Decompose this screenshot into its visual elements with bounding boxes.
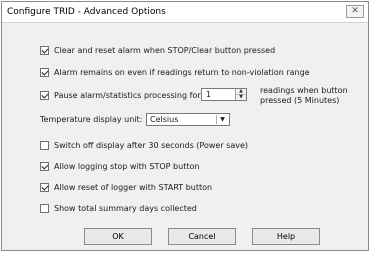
help-button[interactable]: Help (252, 228, 320, 245)
option-label: Pause alarm/statistics processing for (54, 90, 201, 100)
dialog-title: Configure TRID - Advanced Options (7, 7, 166, 17)
checkbox-alarm-remains-on[interactable] (40, 67, 49, 77)
option-label: Switch off display after 30 seconds (Pow… (54, 140, 249, 150)
chevron-down-icon[interactable]: ▼ (216, 115, 228, 124)
spinner-down-arrow-icon[interactable]: ▼ (236, 95, 246, 100)
option-label: Clear and reset alarm when STOP/Clear bu… (54, 45, 276, 55)
advanced-options-dialog: Configure TRID - Advanced Options ✕ Clea… (1, 1, 369, 251)
option-label: Alarm remains on even if readings return… (54, 67, 310, 77)
pause-suffix-line2: pressed (5 Minutes) (260, 96, 340, 105)
title-bar: Configure TRID - Advanced Options ✕ (2, 2, 368, 23)
option-show-summary-days[interactable]: Show total summary days collected (40, 202, 197, 214)
checkbox-allow-reset-logger[interactable] (40, 182, 49, 192)
checkbox-pause-alarm[interactable] (40, 90, 49, 100)
ok-button[interactable]: OK (84, 228, 152, 245)
checkbox-show-summary-days[interactable] (40, 203, 49, 213)
option-label: Allow logging stop with STOP button (54, 161, 200, 171)
checkbox-clear-reset-alarm[interactable] (40, 45, 49, 55)
pause-readings-spinner[interactable]: 1 ▲ ▼ (201, 88, 247, 101)
option-switch-off-display[interactable]: Switch off display after 30 seconds (Pow… (40, 139, 248, 151)
option-clear-reset-alarm[interactable]: Clear and reset alarm when STOP/Clear bu… (40, 44, 275, 56)
temperature-unit-label: Temperature display unit: (40, 115, 143, 124)
pause-readings-suffix: readings when button pressed (5 Minutes) (260, 86, 360, 106)
pause-suffix-line1: readings when button (260, 86, 348, 95)
checkbox-allow-logging-stop[interactable] (40, 161, 49, 171)
option-label: Allow reset of logger with START button (54, 182, 213, 192)
option-allow-logging-stop[interactable]: Allow logging stop with STOP button (40, 160, 199, 172)
spinner-buttons: ▲ ▼ (235, 89, 246, 100)
temperature-unit-value: Celsius (150, 115, 179, 124)
close-button[interactable]: ✕ (346, 5, 364, 18)
option-label: Show total summary days collected (54, 203, 197, 213)
option-allow-reset-logger[interactable]: Allow reset of logger with START button (40, 181, 212, 193)
checkbox-switch-off-display[interactable] (40, 140, 49, 150)
option-alarm-remains-on[interactable]: Alarm remains on even if readings return… (40, 66, 310, 78)
pause-readings-value[interactable]: 1 (206, 90, 211, 99)
option-pause-alarm[interactable]: Pause alarm/statistics processing for (40, 89, 201, 101)
cancel-button[interactable]: Cancel (168, 228, 236, 245)
temperature-unit-select[interactable]: Celsius ▼ (146, 113, 230, 126)
